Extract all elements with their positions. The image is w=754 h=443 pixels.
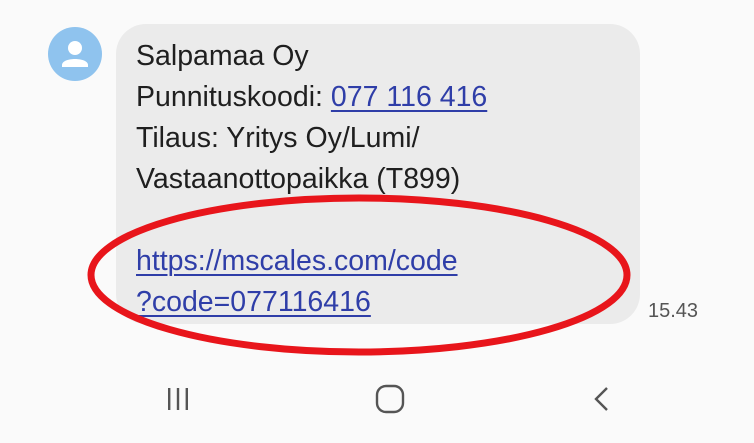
back-icon [594, 387, 608, 411]
recent-apps-icon [168, 388, 188, 410]
code-line: Punnituskoodi: 077 116 416 [136, 77, 487, 118]
message-timestamp: 15.43 [648, 300, 699, 322]
back-button[interactable] [572, 379, 632, 419]
sender-line: Salpamaa Oy [136, 40, 309, 72]
recent-apps-button[interactable] [148, 379, 208, 419]
home-icon [375, 384, 405, 414]
message-bubble[interactable]: Salpamaa Oy Punnituskoodi: 077 116 416 T… [116, 24, 640, 324]
home-button[interactable] [360, 379, 420, 419]
order-line-2: Vastaanottopaikka (T899) [136, 163, 461, 195]
url-link-part-1[interactable]: https://mscales.com/code [136, 245, 458, 277]
contact-avatar[interactable] [48, 27, 102, 81]
url-line-2[interactable]: ?code=077116416 [136, 282, 487, 323]
phone-number-link[interactable]: 077 116 416 [331, 81, 487, 113]
url-line-1[interactable]: https://mscales.com/code [136, 241, 487, 282]
navigation-bar [0, 355, 754, 443]
message-body: Salpamaa Oy Punnituskoodi: 077 116 416 T… [136, 36, 487, 323]
code-label: Punnituskoodi: [136, 81, 331, 113]
order-line-1: Tilaus: Yritys Oy/Lumi/ [136, 122, 420, 154]
person-icon [62, 41, 88, 67]
url-link-part-2[interactable]: ?code=077116416 [136, 286, 371, 318]
message-screen: Salpamaa Oy Punnituskoodi: 077 116 416 T… [0, 0, 754, 443]
